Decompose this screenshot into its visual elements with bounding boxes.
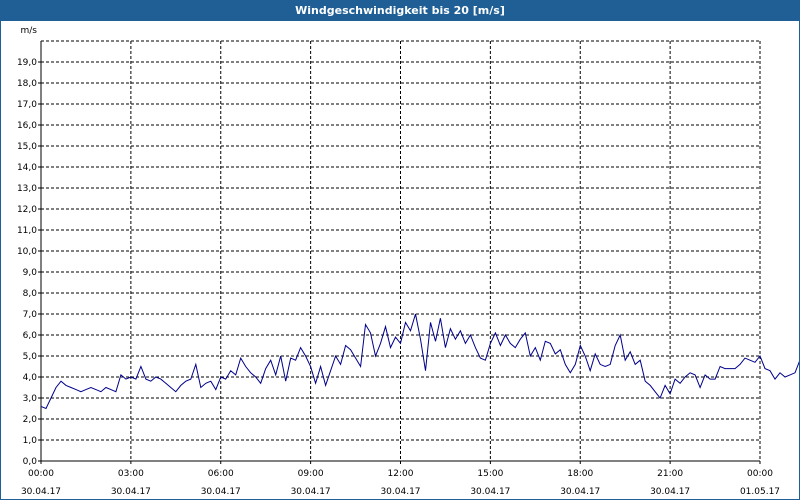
y-tick-label: 16,0 xyxy=(17,121,37,131)
y-tick-label: 4,0 xyxy=(23,373,38,383)
y-tick-label: 14,0 xyxy=(17,163,37,173)
y-tick-label: 7,0 xyxy=(23,310,38,320)
x-tick-date-label: 30.04.17 xyxy=(291,487,331,497)
x-tick-date-label: 30.04.17 xyxy=(21,487,61,497)
labels: 0,0 1,0 2,0 3,0 4,0 5,0 6,0 7,0 8,0 9,0 10,0 11,0 12… xyxy=(17,26,780,497)
y-tick-label: 8,0 xyxy=(23,289,38,299)
y-tick-label: 11,0 xyxy=(17,226,37,236)
x-tick-time-label: 09:00 xyxy=(298,469,324,479)
wind-speed-chart: 0,0 1,0 2,0 3,0 4,0 5,0 6,0 7,0 8,0 9,0 10,0 11,0 12… xyxy=(17,26,799,497)
x-tick-date-label: 30.04.17 xyxy=(201,487,241,497)
y-tick-label: 9,0 xyxy=(23,268,38,278)
series-line-wind-speed xyxy=(40,313,799,410)
x-tick-time-label: 06:00 xyxy=(208,469,234,479)
x-tick-date-label: 30.04.17 xyxy=(560,487,600,497)
chart-title: Windgeschwindigkeit bis 20 [m/s] xyxy=(1,1,799,21)
y-tick-label: 19,0 xyxy=(17,58,37,68)
chart-window: Windgeschwindigkeit bis 20 [m/s] 0,0 1,0 2… xyxy=(0,0,800,500)
x-tick-time-label: 00:00 xyxy=(747,469,773,479)
y-tick-label: 10,0 xyxy=(17,247,37,257)
y-tick-label: 15,0 xyxy=(17,142,37,152)
x-tick-date-label: 01.05.17 xyxy=(740,487,780,497)
x-tick-time-label: 00:00 xyxy=(28,469,54,479)
y-tick-label: 13,0 xyxy=(17,184,37,194)
x-tick-time-label: 03:00 xyxy=(118,469,144,479)
grid xyxy=(41,40,761,461)
x-tick-date-label: 30.04.17 xyxy=(380,487,420,497)
x-tick-time-label: 21:00 xyxy=(657,469,683,479)
y-axis-label: m/s xyxy=(21,26,38,36)
x-tick-time-label: 15:00 xyxy=(477,469,503,479)
y-tick-label: 12,0 xyxy=(17,205,37,215)
y-tick-label: 5,0 xyxy=(23,352,38,362)
y-tick-label: 3,0 xyxy=(23,394,38,404)
x-tick-date-label: 30.04.17 xyxy=(111,487,151,497)
y-tick-label: 18,0 xyxy=(17,79,37,89)
y-tick-label: 0,0 xyxy=(23,457,38,467)
y-tick-label: 17,0 xyxy=(17,100,37,110)
y-tick-label: 2,0 xyxy=(23,415,38,425)
x-tick-time-label: 18:00 xyxy=(567,469,593,479)
x-tick-time-label: 12:00 xyxy=(388,469,414,479)
y-tick-label: 1,0 xyxy=(23,436,38,446)
y-tick-label: 6,0 xyxy=(23,331,38,341)
series-layer xyxy=(40,313,799,410)
x-tick-date-label: 30.04.17 xyxy=(470,487,510,497)
x-tick-date-label: 30.04.17 xyxy=(650,487,690,497)
